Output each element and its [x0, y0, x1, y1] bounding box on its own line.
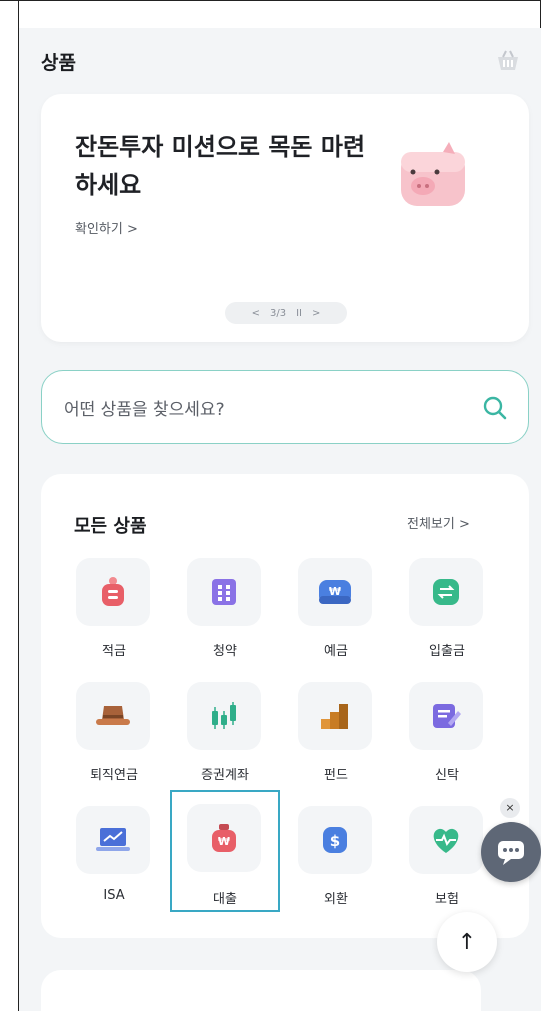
subscription-grid-icon — [212, 579, 236, 605]
product-icon-box — [76, 806, 150, 874]
transfer-icon — [433, 579, 459, 605]
page-title: 상품 — [41, 52, 76, 74]
product-icon-box — [187, 682, 261, 750]
deposit-won-icon: ₩ — [319, 580, 351, 604]
hat-icon — [96, 706, 130, 725]
product-label: 적금 — [102, 644, 126, 659]
banner-link[interactable]: 확인하기 > — [75, 218, 138, 237]
product-checking[interactable]: 입출금 — [394, 558, 500, 676]
product-label: 신탁 — [435, 768, 459, 783]
product-icon-box — [409, 682, 483, 750]
product-pension[interactable]: 퇴직연금 — [61, 682, 167, 800]
product-subscription[interactable]: 청약 — [172, 558, 278, 676]
search-input[interactable]: 어떤 상품을 찾으세요? — [41, 370, 529, 444]
pager-next-button[interactable]: > — [312, 308, 320, 319]
pager-prev-button[interactable]: < — [252, 308, 260, 319]
savings-bag-icon — [102, 577, 124, 606]
product-icon-box — [187, 558, 261, 626]
product-icon-box: ₩ — [187, 804, 261, 872]
svg-text:₩: ₩ — [329, 585, 341, 598]
heart-pulse-icon — [433, 828, 459, 853]
loan-bag-icon: ₩ — [212, 824, 236, 852]
top-border — [0, 0, 541, 28]
chat-icon — [498, 841, 524, 865]
laptop-chart-icon — [96, 828, 130, 851]
product-deposit[interactable]: ₩ 예금 — [283, 558, 389, 676]
product-loan[interactable]: ₩ 대출 — [170, 790, 280, 912]
product-icon-box: ₩ — [298, 558, 372, 626]
product-forex[interactable]: $ 외환 — [283, 806, 389, 924]
product-savings[interactable]: 적금 — [61, 558, 167, 676]
pager-position: 3/3 — [270, 307, 287, 319]
stairs-icon — [321, 704, 348, 729]
svg-text:₩: ₩ — [218, 835, 230, 848]
product-label: 청약 — [213, 644, 237, 659]
product-trust[interactable]: 신탁 — [394, 682, 500, 800]
product-fund[interactable]: 펀드 — [283, 682, 389, 800]
product-label: 퇴직연금 — [90, 768, 138, 783]
product-label: 보험 — [435, 892, 459, 907]
piggy-bank-icon — [401, 142, 465, 206]
svg-text:$: $ — [330, 832, 340, 850]
pager-pause-button[interactable]: II — [296, 308, 302, 319]
next-section-card — [41, 970, 481, 1011]
candlestick-icon — [212, 702, 236, 729]
product-icon-box: $ — [298, 806, 372, 874]
scroll-top-button[interactable]: ↑ — [437, 912, 497, 972]
product-label: 펀드 — [324, 768, 348, 783]
promo-banner[interactable]: 잔돈투자 미션으로 목돈 마련하세요 확인하기 > < 3/3 II > — [41, 94, 529, 342]
search-placeholder: 어떤 상품을 찾으세요? — [64, 400, 225, 420]
product-icon-box — [409, 558, 483, 626]
products-title: 모든 상품 — [74, 516, 147, 537]
product-icon-box — [76, 558, 150, 626]
app-frame: 상품 잔돈투자 미션으로 목돈 마련하세요 확인하기 > < 3/3 II > … — [0, 0, 541, 1011]
banner-pager: < 3/3 II > — [225, 302, 347, 324]
chat-button[interactable] — [481, 822, 541, 882]
product-icon-box — [409, 806, 483, 874]
banner-title: 잔돈투자 미션으로 목돈 마련하세요 — [75, 133, 366, 199]
product-label: 대출 — [213, 892, 237, 907]
product-label: ISA — [103, 888, 125, 903]
product-label: 외환 — [324, 892, 348, 907]
basket-icon[interactable] — [495, 48, 521, 72]
product-label: 증권계좌 — [201, 768, 249, 783]
product-label: 입출금 — [429, 644, 465, 659]
product-icon-box — [76, 682, 150, 750]
search-icon[interactable] — [482, 395, 508, 421]
product-isa[interactable]: ISA — [61, 806, 167, 924]
chat-close-button[interactable]: × — [500, 798, 520, 818]
dollar-icon: $ — [323, 827, 347, 853]
products-screen: 상품 잔돈투자 미션으로 목돈 마련하세요 확인하기 > < 3/3 II > … — [19, 28, 541, 1011]
product-label: 예금 — [324, 644, 348, 659]
product-securities[interactable]: 증권계좌 — [172, 682, 278, 800]
document-pen-icon — [433, 704, 461, 728]
product-icon-box — [298, 682, 372, 750]
all-products-card: 모든 상품 전체보기 > 적금 청약 ₩ 예금 입출금 퇴직연금 증권계좌 펀드… — [41, 474, 529, 938]
header: 상품 — [19, 28, 541, 92]
see-all-link[interactable]: 전체보기 > — [407, 513, 470, 532]
